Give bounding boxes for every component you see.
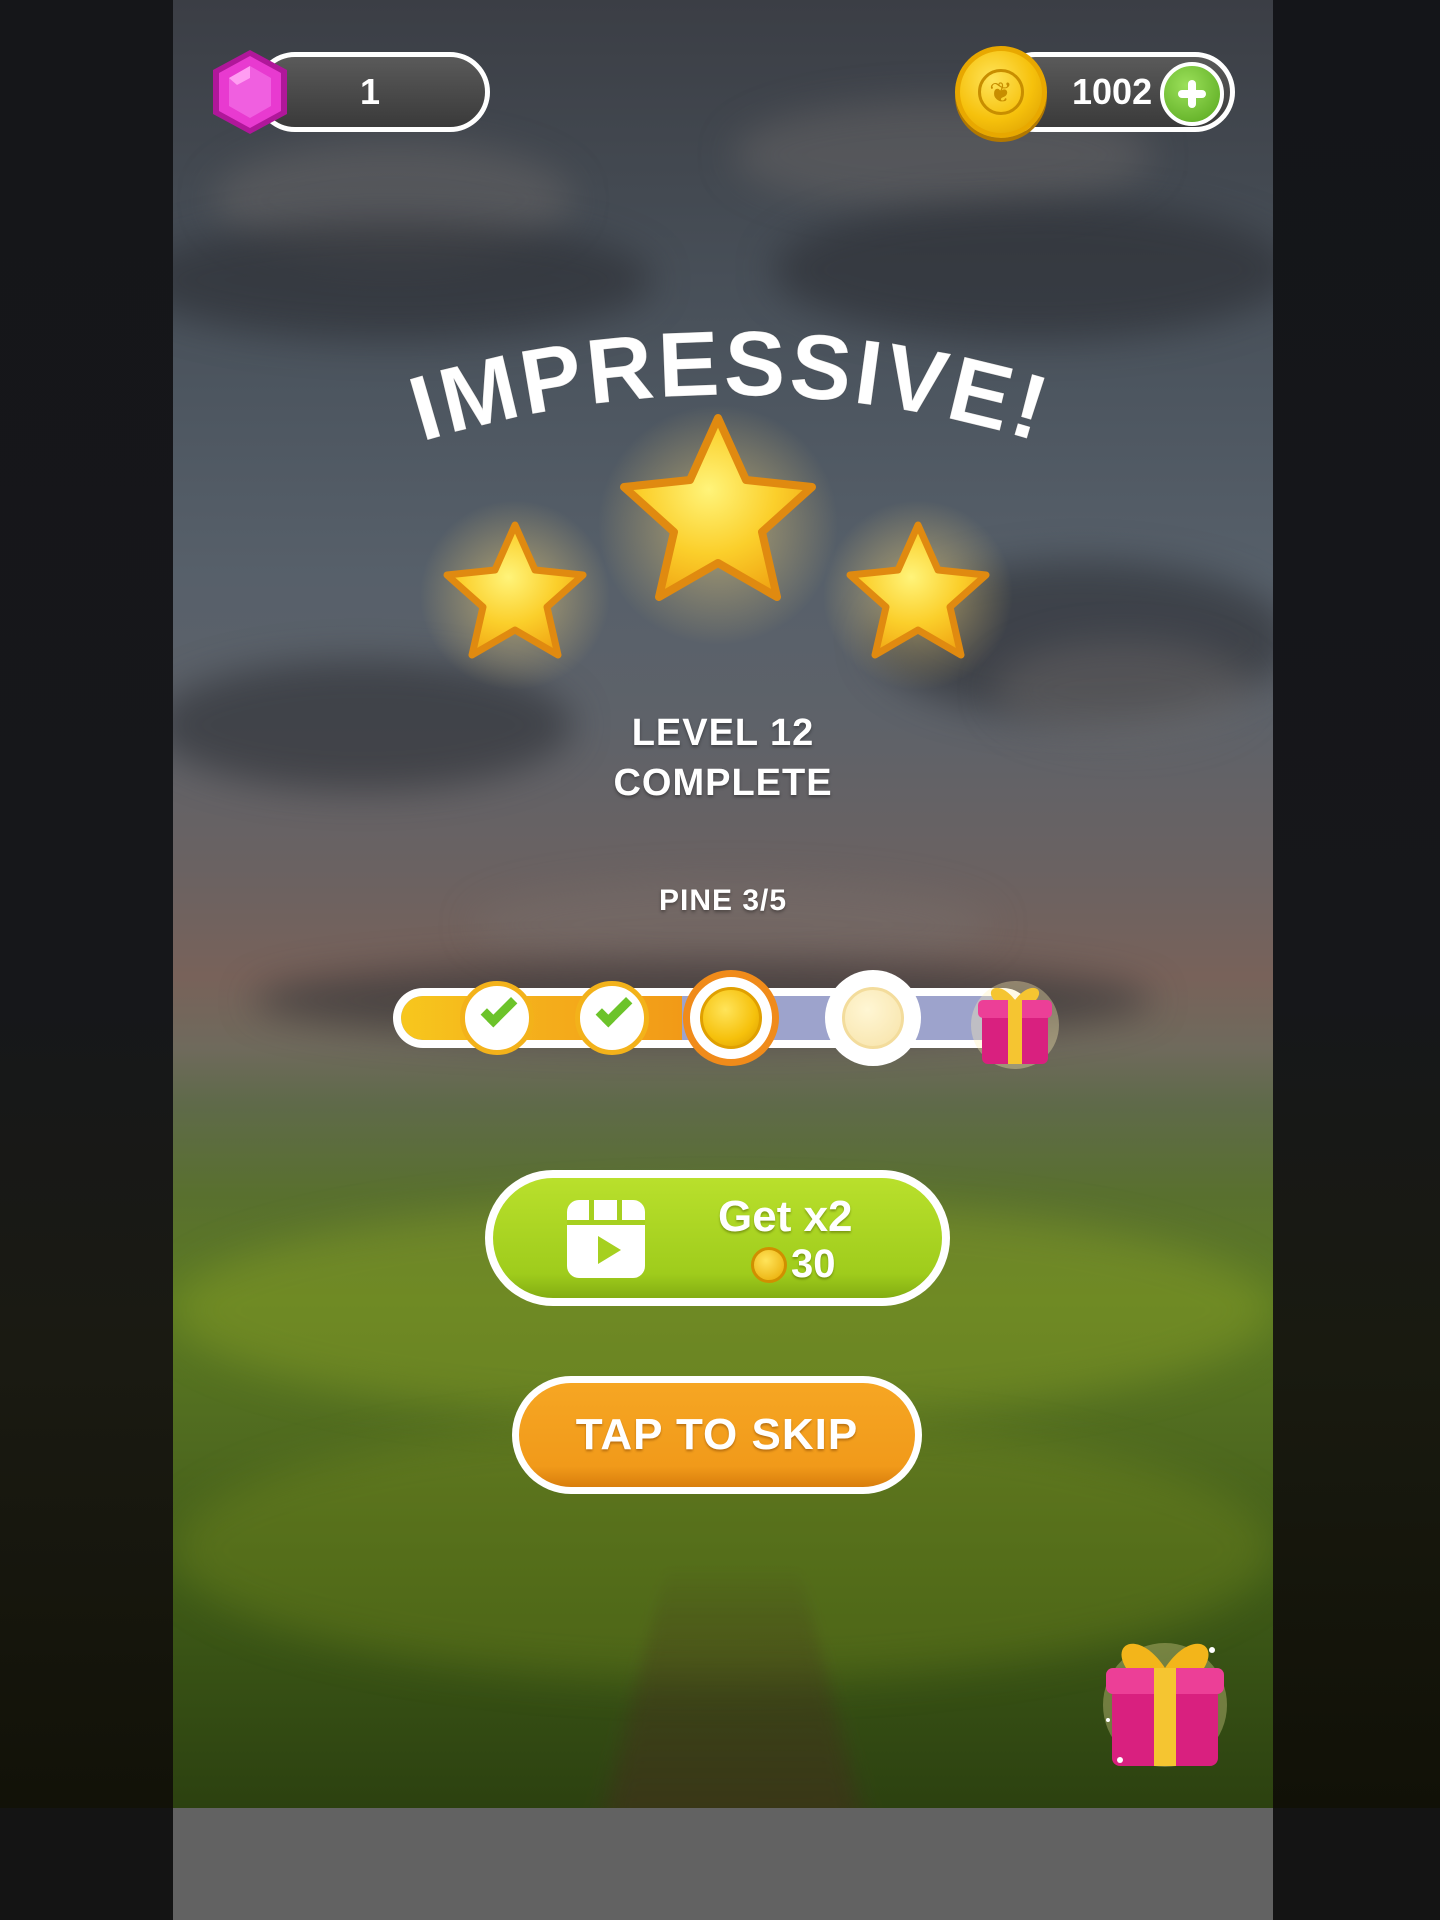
letterbox-left	[0, 0, 173, 1808]
star-icon	[598, 405, 838, 645]
bottom-bar-center	[173, 1808, 1273, 1920]
gift-icon[interactable]	[1100, 1620, 1230, 1770]
star-icon	[420, 500, 610, 690]
coin-icon	[751, 1246, 787, 1283]
progress-node-complete	[575, 981, 649, 1055]
level-number: LEVEL 12	[631, 712, 815, 754]
video-icon	[567, 1200, 645, 1278]
gift-icon	[971, 981, 1059, 1069]
coin-icon	[700, 987, 762, 1049]
check-icon	[595, 990, 633, 1028]
skip-button-label: TAP TO SKIP	[519, 1383, 915, 1487]
double-reward-amount: 30	[791, 1242, 836, 1286]
letterbox-right	[1273, 0, 1440, 1808]
coin-icon: ❦	[955, 46, 1047, 138]
double-reward-label: Get x2	[718, 1192, 853, 1241]
collection-progress-label: PINE 3/5	[658, 884, 788, 917]
coin-icon	[842, 987, 904, 1049]
star-icon	[823, 500, 1013, 690]
gem-icon	[213, 50, 287, 134]
gem-count: 1	[360, 71, 381, 112]
coin-count: 1002	[1072, 71, 1153, 112]
check-icon	[480, 990, 518, 1028]
leaf-icon: ❦	[978, 69, 1024, 115]
skip-button[interactable]: TAP TO SKIP	[512, 1376, 922, 1494]
add-coins-button[interactable]	[1160, 62, 1224, 126]
progress-node-current	[683, 970, 779, 1066]
level-status: COMPLETE	[613, 762, 833, 804]
star-rating	[420, 405, 1013, 690]
progress-node-locked	[825, 970, 921, 1066]
progress-node-complete	[460, 981, 534, 1055]
double-reward-button[interactable]: Get x2 30	[485, 1170, 950, 1306]
